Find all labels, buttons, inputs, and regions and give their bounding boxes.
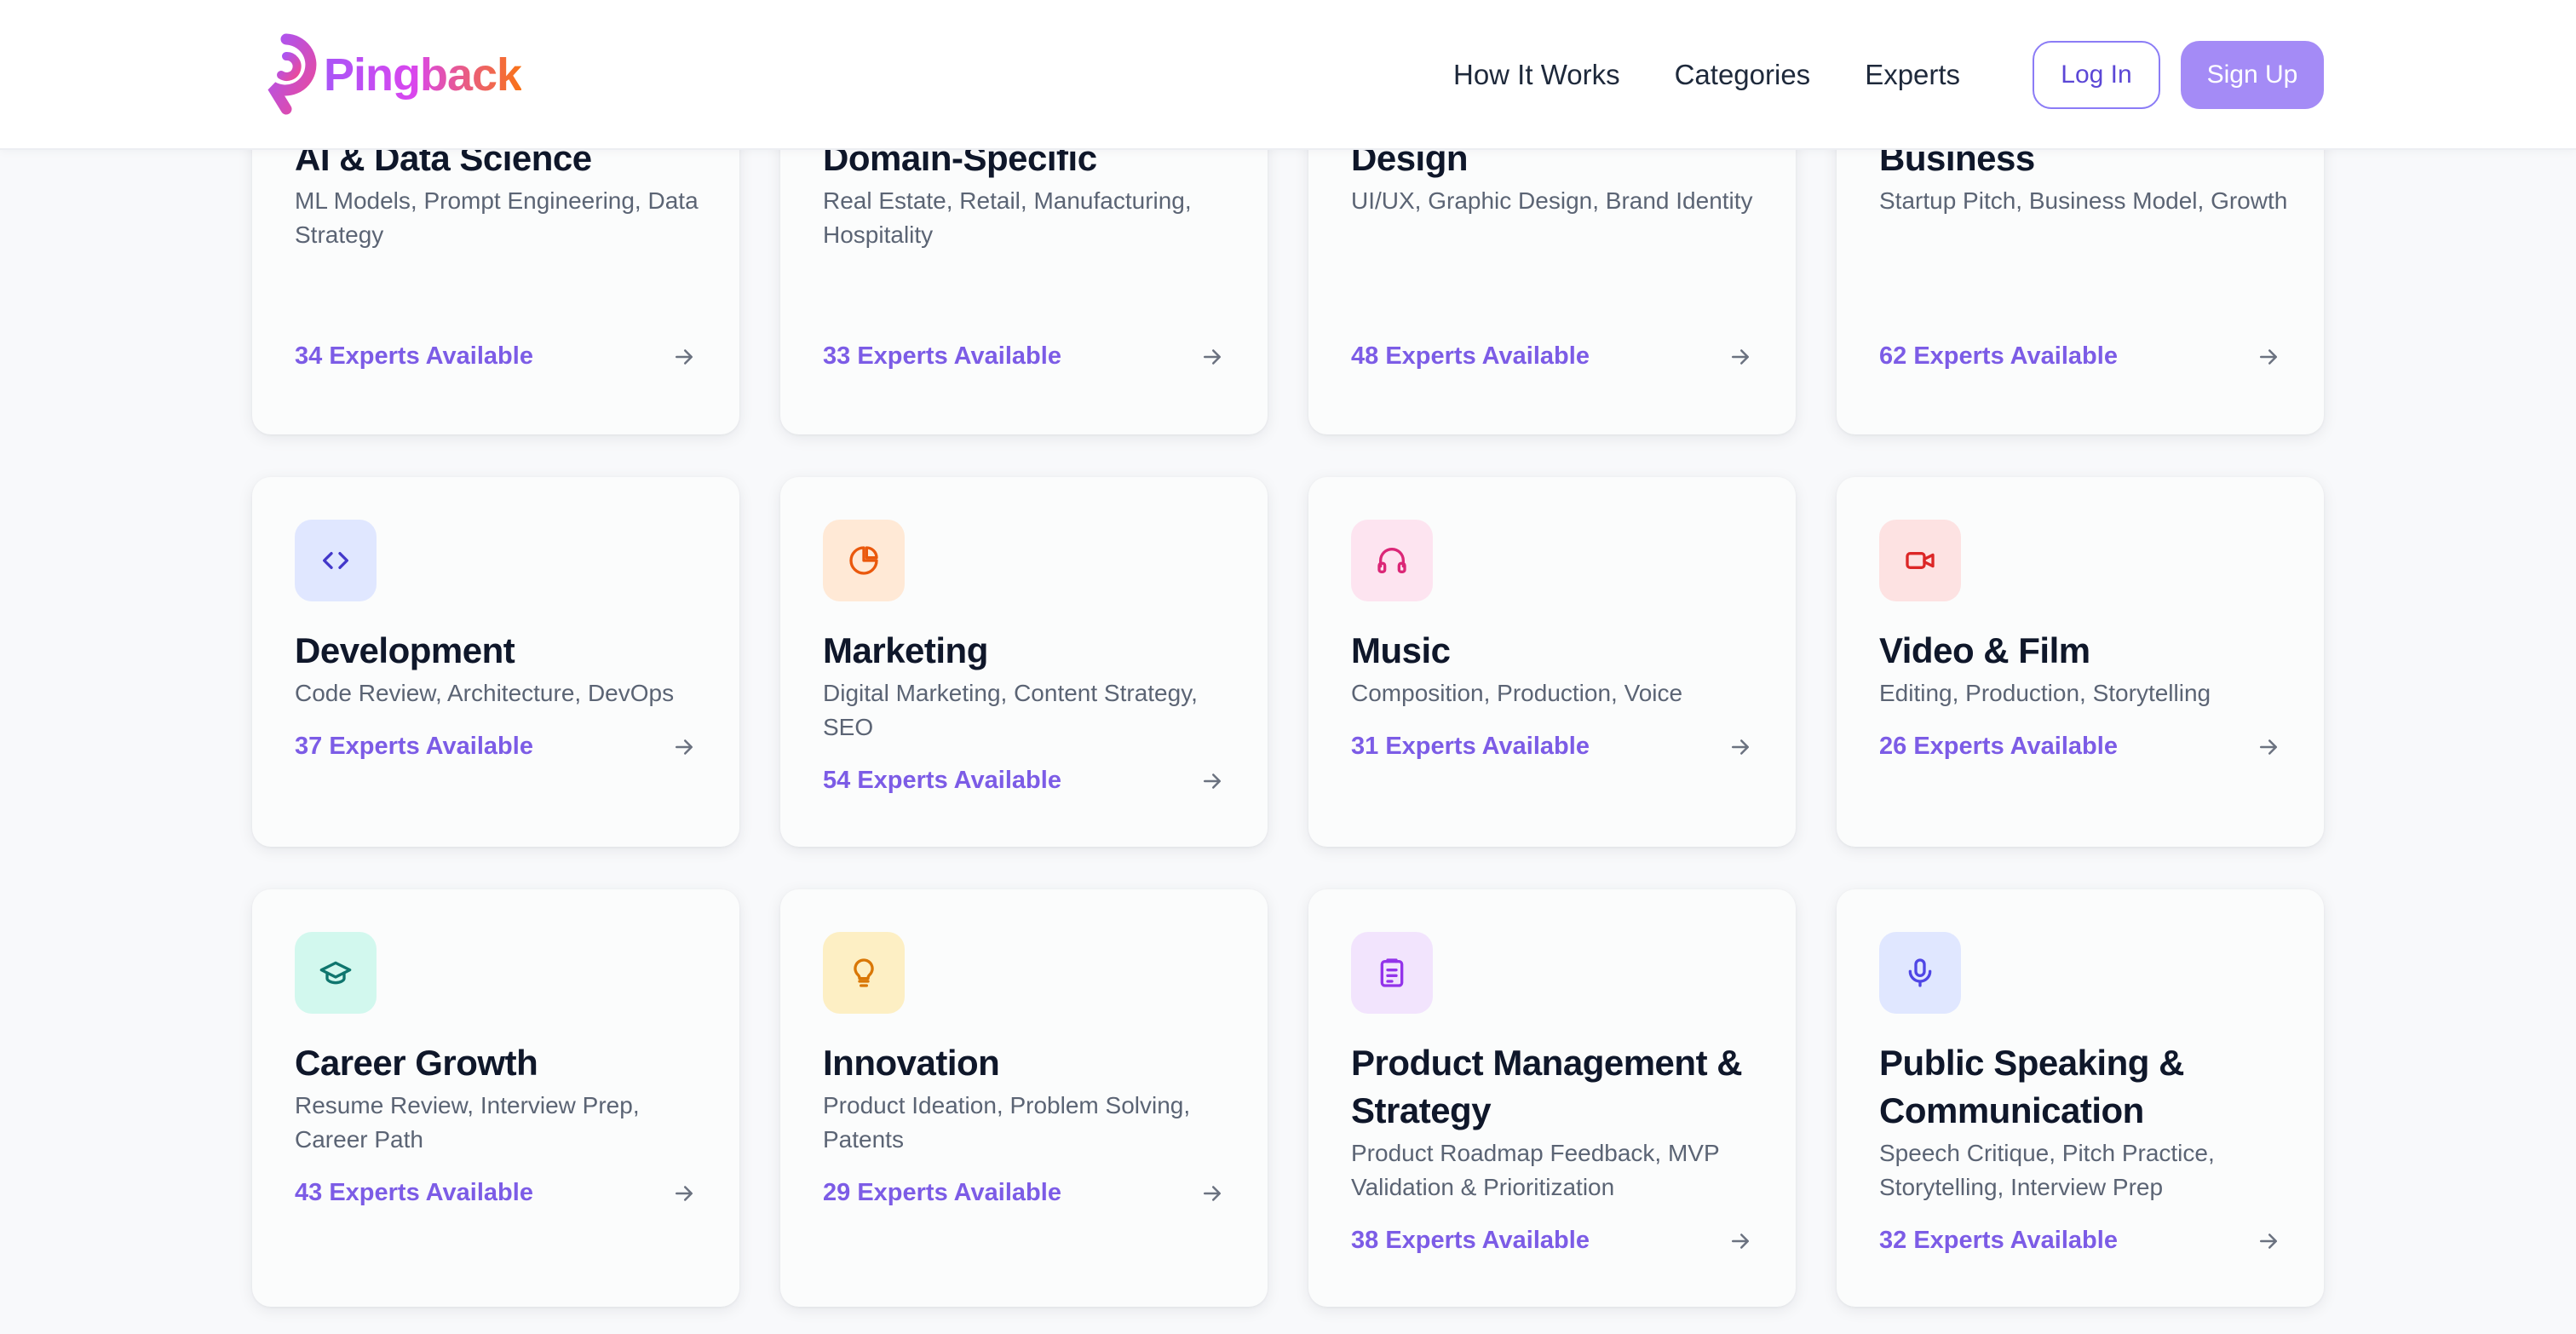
arrow-right-icon[interactable] [2256, 344, 2281, 370]
arrow-right-icon[interactable] [671, 344, 697, 370]
category-card-marketing[interactable]: Marketing Digital Marketing, Content Str… [780, 477, 1268, 847]
card-title: Career Growth [295, 1043, 538, 1083]
arrow-right-icon[interactable] [1199, 1181, 1225, 1206]
experts-count: 43 Experts Available [295, 1179, 533, 1206]
login-button[interactable]: Log In [2033, 41, 2160, 109]
arrow-right-icon[interactable] [2256, 734, 2281, 760]
card-description: ML Models, Prompt Engineering, Data Stra… [295, 187, 699, 248]
experts-count: 62 Experts Available [1879, 342, 2118, 370]
arrow-right-icon[interactable] [671, 734, 697, 760]
arrow-right-icon[interactable] [1728, 344, 1753, 370]
arrow-right-icon[interactable] [1199, 344, 1225, 370]
site-header: Pingback How It Works Categories Experts… [0, 0, 2576, 150]
nav-how-it-works[interactable]: How It Works [1453, 59, 1620, 91]
card-description: Product Ideation, Problem Solving, Paten… [823, 1092, 1191, 1153]
card-description: UI/UX, Graphic Design, Brand Identity [1351, 187, 1753, 214]
arrow-right-icon[interactable] [1199, 768, 1225, 794]
experts-count: 37 Experts Available [295, 733, 533, 760]
card-description: Resume Review, Interview Prep, Career Pa… [295, 1092, 640, 1153]
experts-count: 33 Experts Available [823, 342, 1061, 370]
pingback-logo-icon [267, 33, 317, 115]
graduation-cap-icon [295, 932, 377, 1014]
main-nav: How It Works Categories Experts [1453, 41, 2015, 109]
experts-count: 38 Experts Available [1351, 1227, 1590, 1254]
experts-count: 34 Experts Available [295, 342, 533, 370]
category-card-video-film[interactable]: Video & Film Editing, Production, Storyt… [1837, 477, 2324, 847]
card-description: Product Roadmap Feedback, MVP Validation… [1351, 1140, 1720, 1200]
clipboard-icon [1351, 932, 1433, 1014]
card-description: Startup Pitch, Business Model, Growth [1879, 187, 2288, 214]
lightbulb-icon [823, 932, 905, 1014]
category-card-innovation[interactable]: Innovation Product Ideation, Problem Sol… [780, 889, 1268, 1307]
microphone-icon [1879, 932, 1961, 1014]
card-description: Speech Critique, Pitch Practice, Storyte… [1879, 1140, 2215, 1200]
card-title: Marketing [823, 630, 988, 670]
category-card-product-management[interactable]: Product Management & Strategy Product Ro… [1308, 889, 1796, 1307]
category-card-music[interactable]: Music Composition, Production, Voice 31 … [1308, 477, 1796, 847]
category-card-public-speaking[interactable]: Public Speaking & Communication Speech C… [1837, 889, 2324, 1307]
card-description: Digital Marketing, Content Strategy, SEO [823, 680, 1198, 740]
brand-logo[interactable]: Pingback [252, 32, 522, 118]
pie-chart-icon [823, 520, 905, 601]
card-title: Public Speaking & Communication [1879, 1043, 2184, 1130]
card-description: Composition, Production, Voice [1351, 680, 1683, 706]
card-title: Innovation [823, 1043, 1000, 1083]
arrow-right-icon[interactable] [671, 1181, 697, 1206]
experts-count: 26 Experts Available [1879, 733, 2118, 760]
video-camera-icon [1879, 520, 1961, 601]
card-title: Music [1351, 630, 1451, 670]
experts-count: 31 Experts Available [1351, 733, 1590, 760]
card-title: Product Management & Strategy [1351, 1043, 1743, 1130]
experts-count: 54 Experts Available [823, 767, 1061, 794]
code-icon [295, 520, 377, 601]
card-title: Video & Film [1879, 630, 2090, 670]
arrow-right-icon[interactable] [2256, 1228, 2281, 1254]
arrow-right-icon[interactable] [1728, 1228, 1753, 1254]
nav-experts[interactable]: Experts [1865, 59, 1960, 91]
card-description: Editing, Production, Storytelling [1879, 680, 2211, 706]
card-title: Development [295, 630, 515, 670]
arrow-right-icon[interactable] [1728, 734, 1753, 760]
headphones-icon [1351, 520, 1433, 601]
brand-name: Pingback [324, 49, 522, 101]
experts-count: 29 Experts Available [823, 1179, 1061, 1206]
card-description: Real Estate, Retail, Manufacturing, Hosp… [823, 187, 1192, 248]
page: AI & Data Science ML Models, Prompt Engi… [0, 0, 2576, 1334]
category-card-development[interactable]: Development Code Review, Architecture, D… [252, 477, 739, 847]
card-description: Code Review, Architecture, DevOps [295, 680, 675, 706]
nav-categories[interactable]: Categories [1675, 59, 1811, 91]
signup-button[interactable]: Sign Up [2181, 41, 2324, 109]
experts-count: 48 Experts Available [1351, 342, 1590, 370]
category-card-career-growth[interactable]: Career Growth Resume Review, Interview P… [252, 889, 739, 1307]
experts-count: 32 Experts Available [1879, 1227, 2118, 1254]
